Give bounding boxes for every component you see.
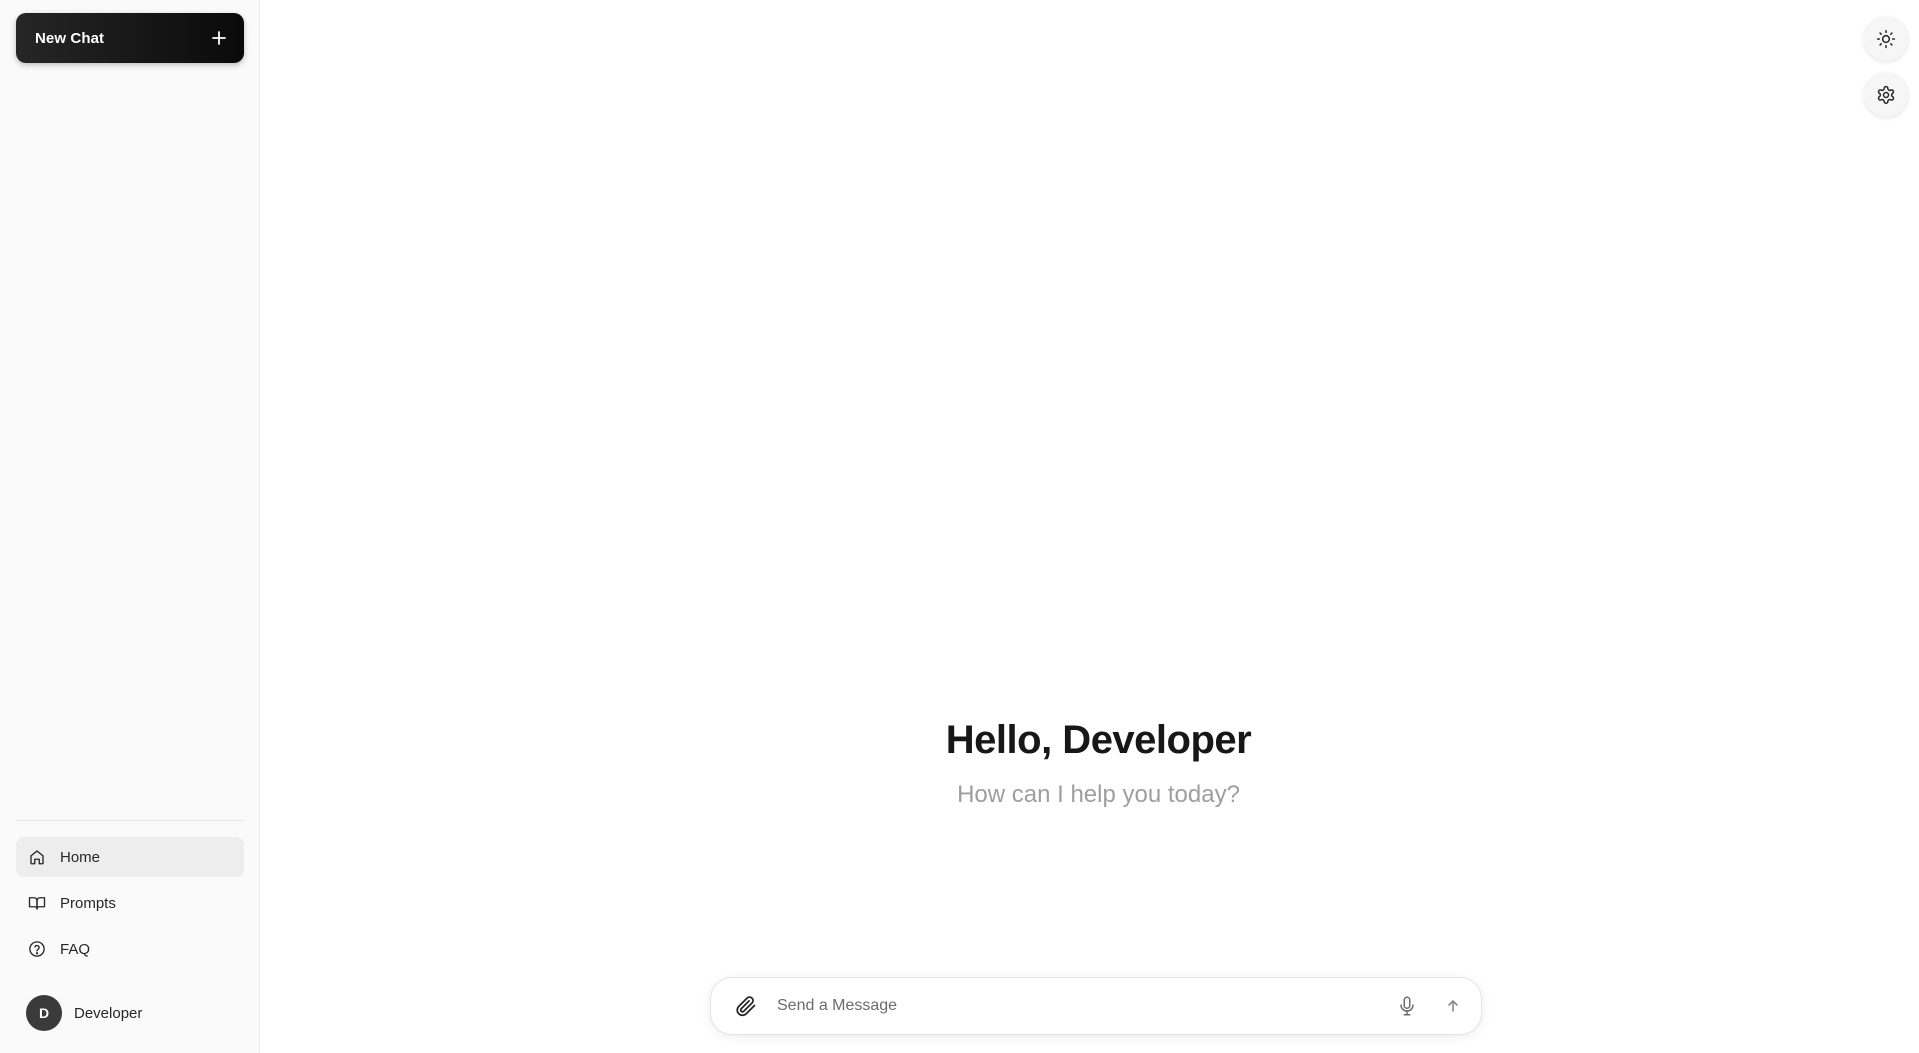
greeting-heading: Hello, Developer	[945, 718, 1252, 762]
sidebar: New Chat Home Prompts FAQ D Developer	[0, 0, 260, 1053]
voice-input-button[interactable]	[1393, 992, 1421, 1020]
sidebar-item-label: Home	[60, 848, 101, 866]
main-content: Hello, Developer How can I help you toda…	[260, 0, 1919, 1053]
send-button[interactable]	[1439, 992, 1467, 1020]
sidebar-item-label: FAQ	[60, 940, 91, 958]
user-name: Developer	[74, 1004, 143, 1022]
user-profile[interactable]: D Developer	[26, 995, 142, 1031]
greeting-subtitle: How can I help you today?	[957, 781, 1240, 808]
theme-toggle-button[interactable]	[1864, 17, 1908, 61]
message-input[interactable]	[777, 997, 1393, 1015]
gear-icon	[1877, 85, 1895, 104]
book-icon	[28, 897, 46, 910]
sidebar-divider	[16, 820, 244, 821]
sidebar-item-home[interactable]: Home	[16, 837, 244, 877]
new-chat-button[interactable]: New Chat	[16, 13, 244, 63]
help-circle-icon	[29, 941, 45, 957]
avatar: D	[26, 995, 62, 1031]
sidebar-item-prompts[interactable]: Prompts	[16, 883, 244, 923]
home-icon	[30, 850, 44, 865]
message-composer	[710, 977, 1482, 1035]
new-chat-label: New Chat	[35, 29, 105, 47]
arrow-up-icon	[1448, 1000, 1458, 1012]
settings-button[interactable]	[1864, 73, 1908, 117]
sun-icon	[1876, 29, 1896, 49]
app-window: New Chat Home Prompts FAQ D Developer He…	[0, 0, 1919, 1053]
attach-button[interactable]	[733, 993, 759, 1019]
paperclip-icon	[736, 996, 756, 1017]
plus-icon	[212, 31, 226, 45]
sidebar-item-label: Prompts	[60, 894, 116, 912]
sidebar-item-faq[interactable]: FAQ	[16, 929, 244, 969]
microphone-icon	[1400, 996, 1414, 1016]
